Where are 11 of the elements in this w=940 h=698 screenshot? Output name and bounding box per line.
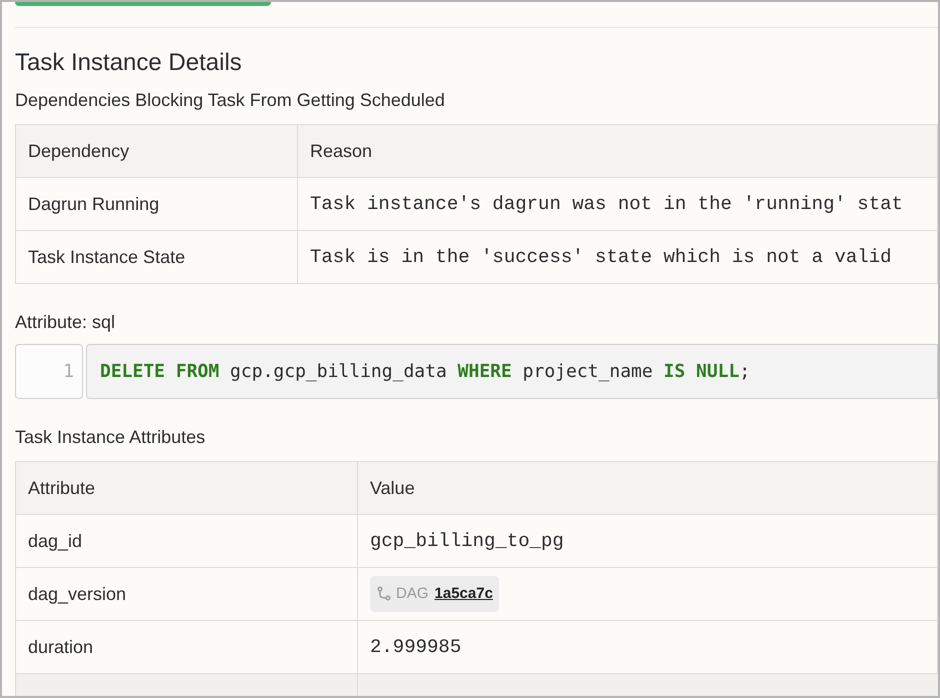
attribute-label: Attribute: sql [15, 311, 116, 334]
code-block: DELETE FROM gcp.gcp_billing_data WHERE project_name IS NULL; [86, 344, 938, 399]
section-heading: Dependencies Blocking Task From Getting Scheduled [15, 89, 446, 112]
table-cell: Task is in the 'success' state which is not a valid [298, 231, 938, 284]
line-number: 1 [15, 344, 83, 399]
version-link[interactable]: 1a5ca7c [434, 582, 493, 606]
page-title: Task Instance Details [15, 48, 243, 78]
branch-icon [376, 586, 392, 602]
version-badge: DAG 1a5ca7c [370, 576, 499, 612]
section-heading: Task Instance Attributes [15, 426, 206, 449]
table-cell: Task Instance State [16, 231, 298, 284]
